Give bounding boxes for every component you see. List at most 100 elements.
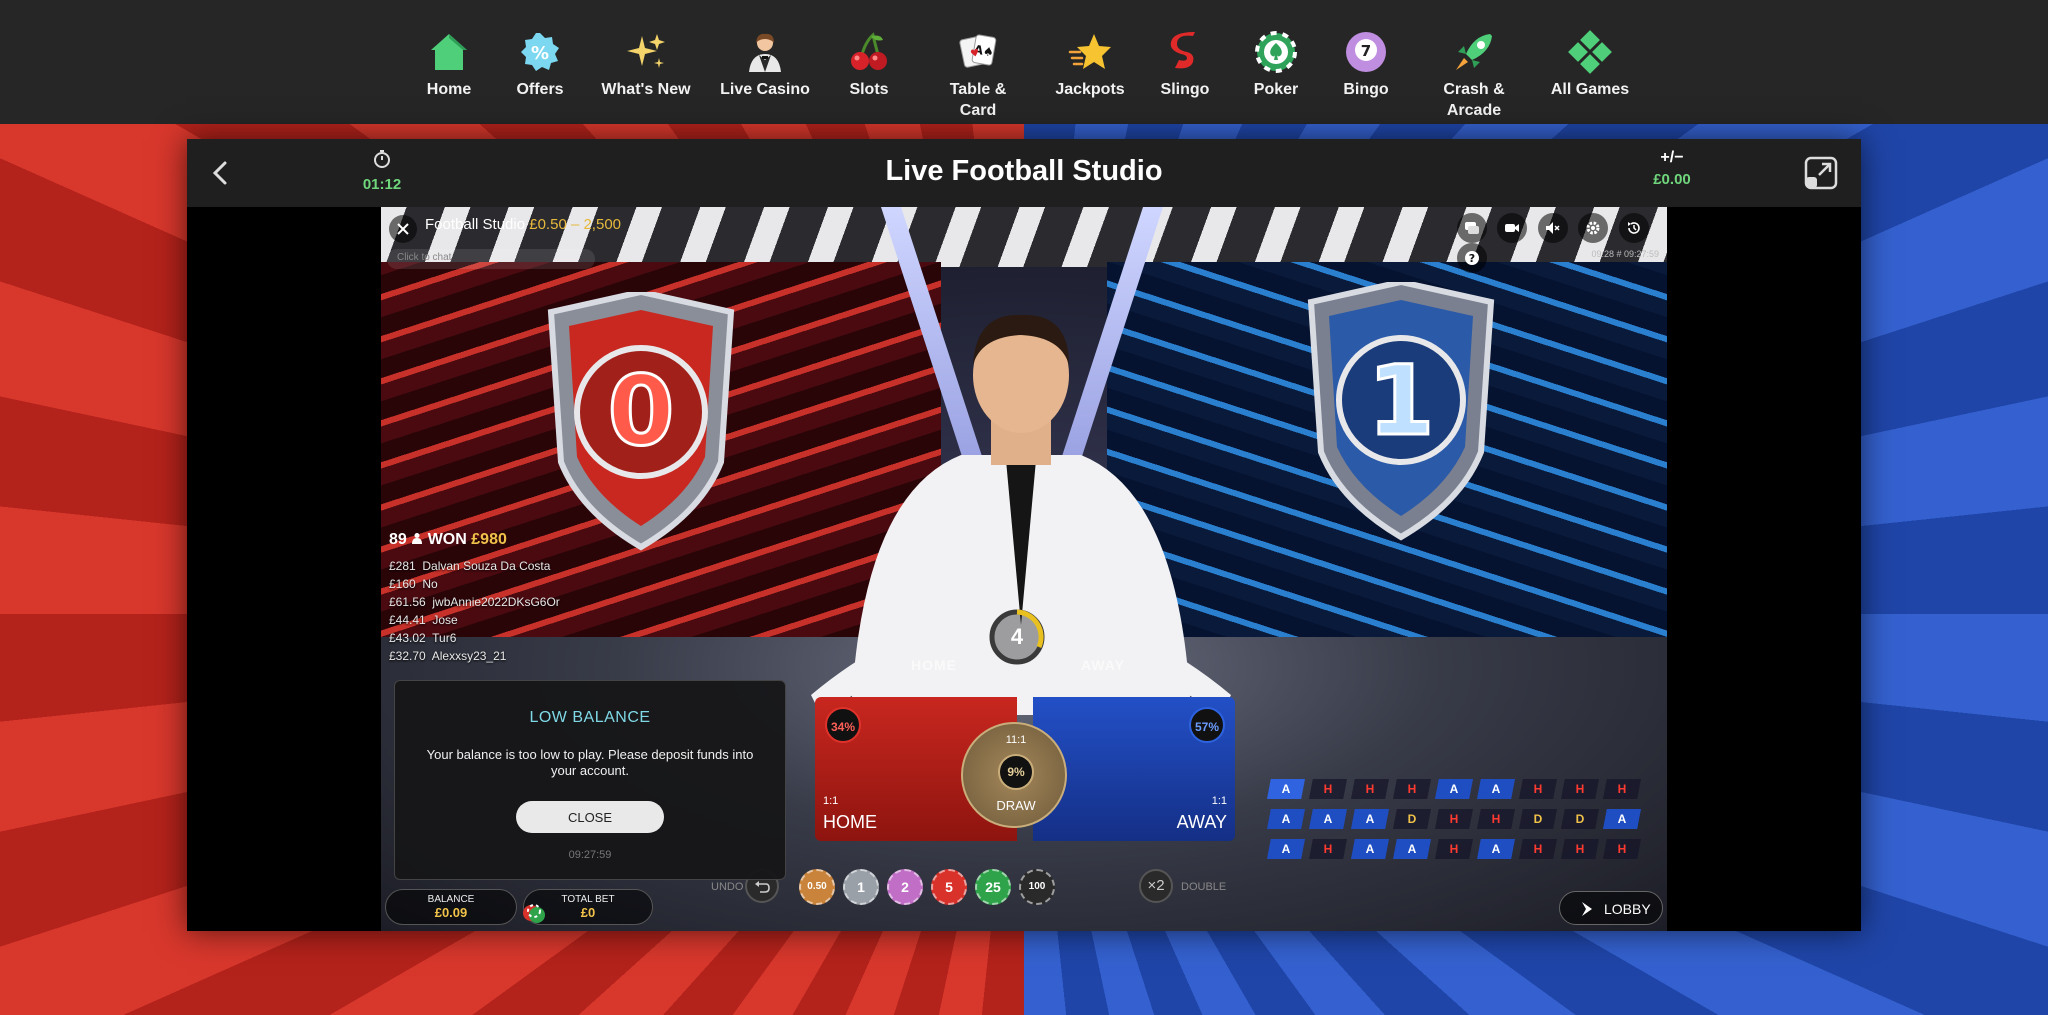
total-bet-display: TOTAL BET £0 [523, 889, 653, 925]
winner-row: £44.41 Jose [389, 611, 629, 629]
close-video-button[interactable] [389, 215, 417, 243]
winner-row: £61.56 jwbAnnie2022DKsG6Or [389, 593, 629, 611]
winner-name: Jose [432, 613, 458, 627]
nav-item-whats-new[interactable]: What's New [586, 30, 706, 100]
roadmap-cell: A [1267, 839, 1305, 859]
roadmap-cell: H [1477, 809, 1515, 829]
winner-amount: £61.56 [389, 595, 426, 609]
nav-item-crash-arcade[interactable]: Crash & Arcade [1414, 30, 1534, 121]
chip[interactable]: 1 [843, 869, 879, 905]
chip[interactable]: 25 [975, 869, 1011, 905]
roadmap-cell: H [1435, 839, 1473, 859]
history-icon [1627, 222, 1640, 234]
table-home-text: HOME [911, 657, 957, 673]
roadmap-cell: A [1267, 809, 1305, 829]
roadmap-cell: A [1477, 779, 1515, 799]
roadmap-cell: A [1309, 809, 1347, 829]
roadmap-cell: D [1519, 809, 1557, 829]
chips-stack-icon [523, 904, 545, 923]
roadmap-cell: D [1561, 809, 1599, 829]
expand-icon[interactable] [1803, 155, 1839, 191]
gear-icon [1586, 221, 1600, 235]
profit-loss-value: £0.00 [1653, 171, 1691, 188]
slingo-icon [1170, 32, 1195, 69]
winners-list: 89 WON £980 £281 Dalvan Souza Da Costa £… [389, 531, 629, 665]
nav-item-all-games[interactable]: All Games [1530, 30, 1650, 100]
chip[interactable]: 2 [887, 869, 923, 905]
dialog-timestamp: 09:27:59 [568, 849, 612, 861]
nav-label-line2: Card [959, 102, 997, 119]
nav-item-offers[interactable]: % Offers [480, 30, 600, 100]
results-roadmap: AHHHAAHHHAAADHHDDAAHAAHAHHH [1267, 779, 1645, 869]
won-amount: £980 [471, 531, 507, 548]
bingo-ball-icon: 7 [1346, 32, 1386, 72]
countdown-value: 4 [1010, 624, 1024, 649]
video-quality-button[interactable] [1497, 213, 1528, 243]
winner-row: £160 No [389, 575, 629, 593]
page-title: Live Football Studio [885, 155, 1163, 187]
roadmap-cell: H [1435, 809, 1473, 829]
won-summary: 89 WON £980 [389, 531, 629, 549]
nav-item-table-card[interactable]: A♠ ♥ Table & Card [918, 30, 1038, 121]
chat-input[interactable]: Click to chat [387, 249, 595, 269]
nav-label: Live Casino [720, 81, 810, 98]
roadmap-cell: A [1477, 839, 1515, 859]
nav-item-bingo[interactable]: 7 Bingo [1306, 30, 1426, 100]
away-label: AWAY [1176, 812, 1227, 832]
roadmap-cell: H [1309, 779, 1347, 799]
bet-spot-draw[interactable]: 11:1 9% DRAW [961, 722, 1067, 828]
bet-limits: £0.50 – 2,500 [529, 216, 622, 233]
mute-button[interactable] [1537, 213, 1568, 243]
nav-item-slots[interactable]: Slots [809, 30, 929, 100]
chip-tray: UNDO 0.50 1 2 5 25 100 ×2 DOUBLE [711, 867, 1311, 907]
video-controls: ? [1451, 213, 1667, 273]
chip[interactable]: 5 [931, 869, 967, 905]
winners-count: 89 [389, 531, 407, 548]
winner-name: No [422, 577, 438, 591]
double-button[interactable]: ×2 [1139, 869, 1173, 903]
roadmap-cell: H [1561, 839, 1599, 859]
winner-row: £43.02 Tur6 [389, 629, 629, 647]
undo-icon [755, 881, 770, 893]
person-icon [412, 533, 423, 544]
history-button[interactable] [1618, 213, 1649, 243]
nav-label: Offers [516, 81, 564, 98]
winner-amount: £32.70 [389, 649, 426, 663]
profit-loss: +/− £0.00 [1627, 149, 1717, 188]
winner-row: £281 Dalvan Souza Da Costa [389, 557, 629, 575]
winner-amount: £281 [389, 559, 416, 573]
roadmap-cell: H [1561, 779, 1599, 799]
chat-button[interactable] [1457, 213, 1487, 243]
star-icon [1068, 34, 1111, 69]
settings-button[interactable] [1578, 213, 1609, 243]
nav-item-live-casino[interactable]: Live Casino [705, 30, 825, 100]
home-odds: 1:1 [823, 795, 839, 807]
lobby-icon [1582, 902, 1592, 916]
roadmap-row: AHAAHAHHH [1267, 839, 1645, 869]
close-button[interactable]: CLOSE [516, 801, 664, 833]
grid-icon [1568, 30, 1612, 74]
camera-icon [1505, 224, 1520, 232]
chip[interactable]: 100 [1019, 869, 1055, 905]
game-name: Football Studio £0.50 – 2,500 [425, 216, 621, 233]
lobby-button[interactable]: LOBBY [1559, 891, 1663, 925]
draw-percentage: 9% [998, 754, 1034, 790]
game-name-text: Football Studio [425, 216, 526, 233]
draw-odds: 11:1 [1005, 734, 1027, 746]
sparkle-icon [627, 34, 665, 68]
nav-label-line2: Arcade [1446, 102, 1502, 119]
roadmap-cell: D [1393, 809, 1431, 829]
nav-label: What's New [601, 81, 691, 98]
draw-label: DRAW [996, 798, 1036, 813]
undo-label: UNDO [711, 881, 744, 893]
table-away-text: AWAY [1081, 657, 1125, 673]
svg-text:?: ? [1469, 252, 1475, 265]
low-balance-dialog: LOW BALANCE Your balance is too low to p… [394, 680, 786, 880]
winner-rows: £281 Dalvan Souza Da Costa £160 No £61.5… [389, 557, 629, 665]
roadmap-cell: H [1309, 839, 1347, 859]
chip[interactable]: 0.50 [799, 869, 835, 905]
nav-label: Crash & [1443, 81, 1505, 98]
cards-icon: A♠♥ [959, 34, 997, 68]
offers-icon: % [521, 33, 559, 71]
winner-amount: £43.02 [389, 631, 426, 645]
